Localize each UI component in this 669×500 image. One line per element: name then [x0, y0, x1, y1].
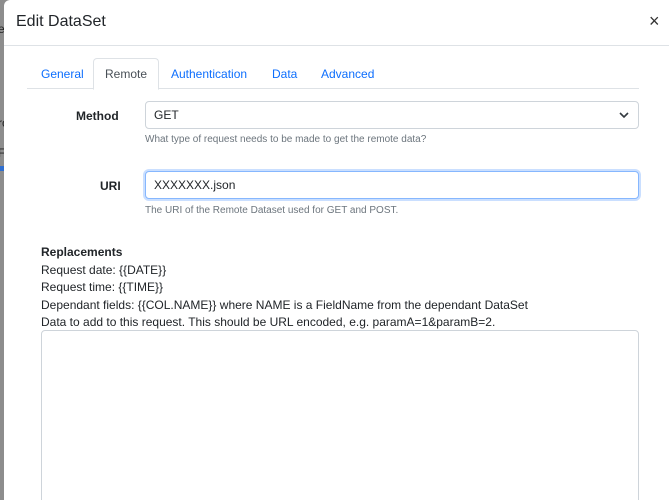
chevron-down-icon	[619, 112, 629, 119]
dialog-header: Edit DataSet ×	[4, 0, 669, 46]
tab-data[interactable]: Data	[272, 58, 297, 89]
dialog-tabs: General Remote Authentication Data Advan…	[27, 58, 639, 90]
uri-input[interactable]: XXXXXXX.json	[145, 171, 639, 199]
tab-advanced[interactable]: Advanced	[321, 58, 374, 89]
dialog-title: Edit DataSet	[16, 13, 106, 30]
uri-value: XXXXXXX.json	[154, 178, 236, 192]
method-label: Method	[76, 109, 119, 123]
post-data-textarea[interactable]	[41, 330, 639, 500]
tab-general[interactable]: General	[41, 58, 84, 89]
replacements-info: Replacements Request date: {{DATE}} Requ…	[41, 244, 528, 332]
replacement-line: Request date: {{DATE}}	[41, 262, 167, 277]
close-button[interactable]: ×	[649, 12, 660, 30]
edit-dataset-dialog: Edit DataSet × General Remote Authentica…	[4, 0, 669, 500]
tab-remote[interactable]: Remote	[93, 58, 160, 90]
replacements-heading: Replacements	[41, 245, 123, 259]
method-selected-value: GET	[154, 108, 179, 122]
replacement-line: Dependant fields: {{COL.NAME}} where NAM…	[41, 297, 528, 312]
method-help-text: What type of request needs to be made to…	[145, 134, 427, 145]
tab-authentication[interactable]: Authentication	[171, 58, 247, 89]
uri-help-text: The URI of the Remote Dataset used for G…	[145, 205, 399, 216]
replacement-line: Data to add to this request. This should…	[41, 315, 496, 329]
uri-label: URI	[100, 179, 121, 193]
replacement-line: Request time: {{TIME}}	[41, 280, 164, 294]
method-select[interactable]: GET	[145, 101, 639, 129]
